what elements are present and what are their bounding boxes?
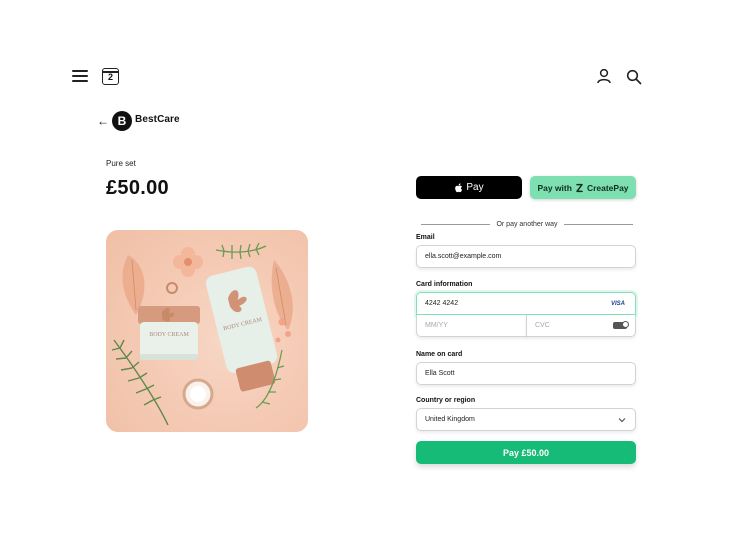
cvc-placeholder: CVC [535, 322, 550, 329]
product-illustration: BODY CREAM BODY CREAM [111, 242, 293, 426]
email-field[interactable]: ella.scott@example.com [416, 245, 636, 268]
divider-line-left [421, 223, 491, 225]
apple-pay-label: Pay [466, 182, 484, 193]
back-arrow-icon[interactable]: ← [97, 114, 109, 128]
divider-line-right [563, 223, 633, 225]
email-value: ella.scott@example.com [425, 253, 502, 260]
create-pay-brand: CreatePay [586, 182, 629, 193]
product-image: BODY CREAM BODY CREAM [106, 230, 308, 432]
brand-name: BestCare [135, 114, 180, 125]
email-label: Email [416, 234, 435, 241]
card-number-value: 4242 4242 [425, 300, 459, 307]
country-label: Country or region [416, 397, 476, 404]
product-name: Pure set [106, 159, 136, 168]
calendar-day: 2 [107, 72, 113, 82]
card-info-label: Card information [416, 281, 473, 288]
product-price: £50.00 [106, 177, 169, 199]
card-expiry-field[interactable]: MM/YY [416, 315, 527, 337]
search-icon[interactable] [626, 69, 642, 85]
create-pay-label: Pay with [537, 182, 572, 193]
menu-icon[interactable] [72, 70, 88, 82]
name-label: Name on card [416, 351, 463, 358]
card-number-field[interactable]: 4242 4242 VISA [416, 292, 636, 315]
jar-label: BODY CREAM [149, 332, 189, 338]
or-divider: Or pay another way [421, 218, 633, 230]
calendar-icon[interactable]: 2 [102, 68, 119, 85]
expiry-placeholder: MM/YY [425, 322, 448, 329]
visa-icon: VISA [610, 300, 625, 307]
create-pay-logo-icon [576, 183, 583, 192]
apple-pay-button[interactable]: Pay [416, 176, 522, 199]
cvc-card-icon [613, 321, 629, 329]
name-on-card-field[interactable]: Ella Scott [416, 362, 636, 385]
chevron-down-icon [618, 417, 626, 422]
create-pay-button[interactable]: Pay with CreatePay [530, 176, 636, 199]
name-value: Ella Scott [425, 370, 455, 377]
card-cvc-field[interactable]: CVC [526, 315, 636, 337]
divider-text: Or pay another way [496, 220, 558, 228]
pay-button[interactable]: Pay £50.00 [416, 441, 636, 464]
country-select[interactable]: United Kingdom [416, 408, 636, 431]
user-icon[interactable] [596, 68, 612, 84]
brand-logo: B [112, 111, 132, 131]
country-value: United Kingdom [425, 416, 475, 423]
apple-icon [455, 182, 463, 192]
